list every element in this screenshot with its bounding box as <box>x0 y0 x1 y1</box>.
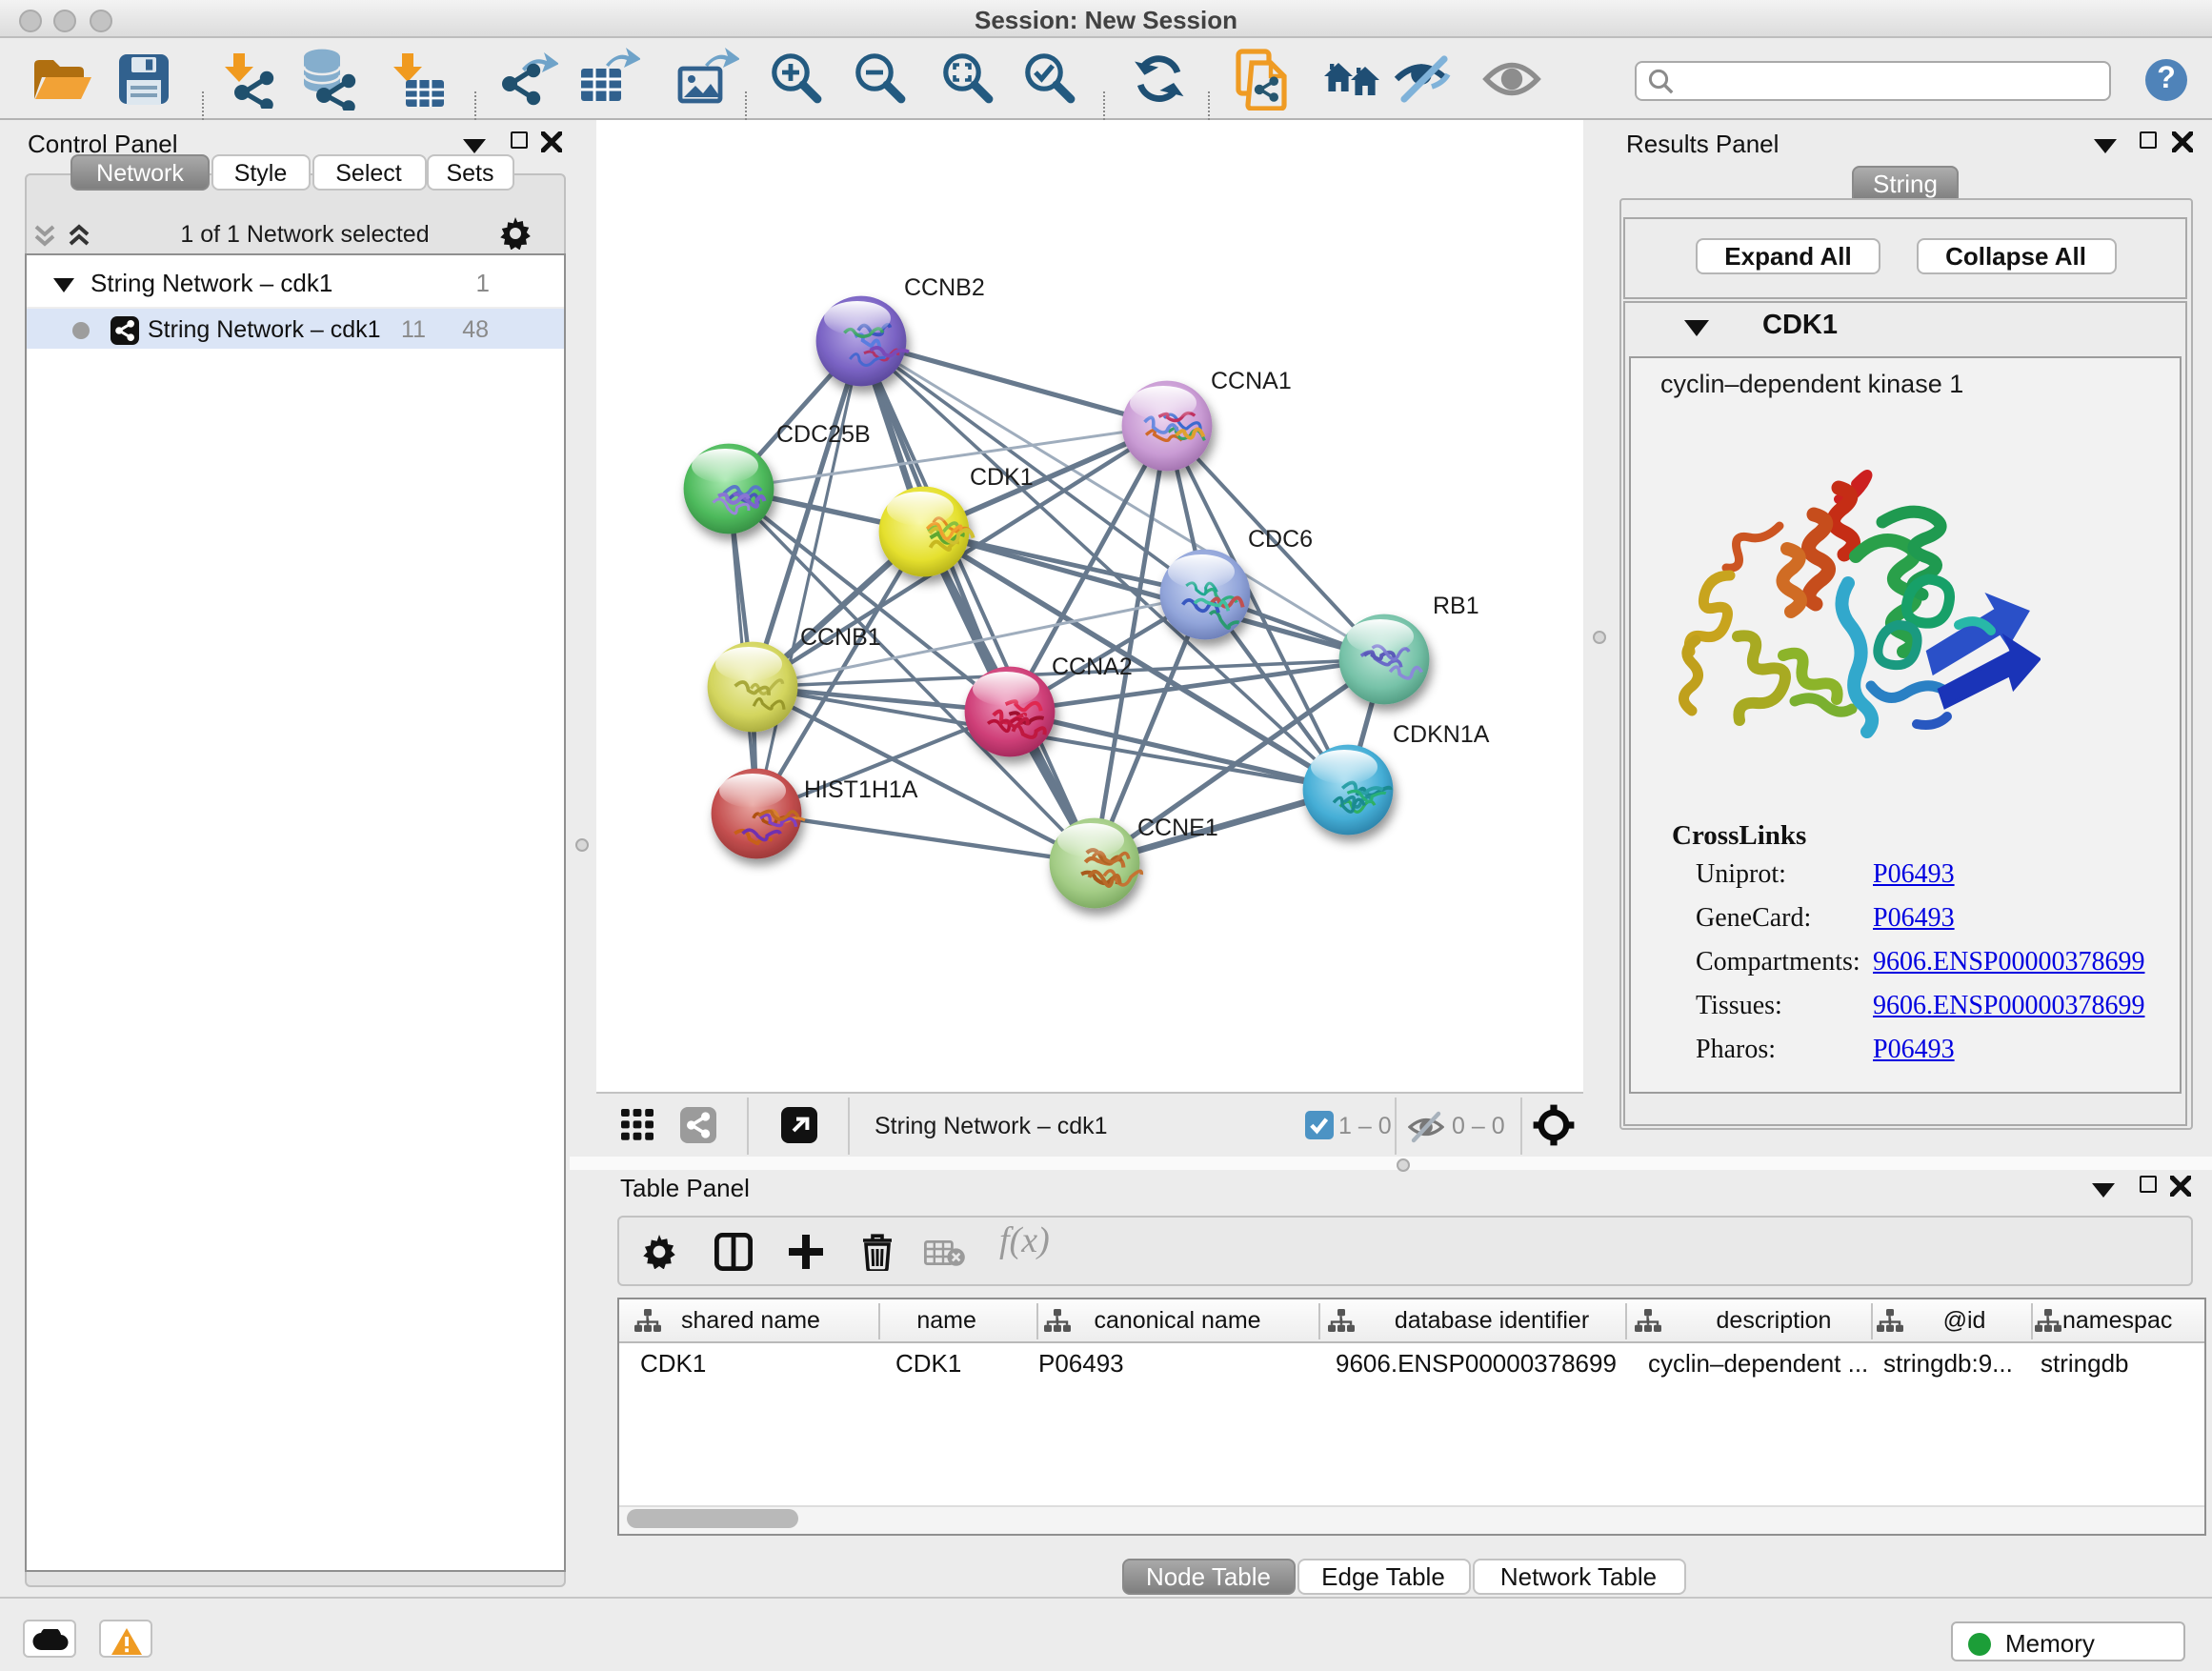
svg-text:CDK1: CDK1 <box>970 463 1034 490</box>
svg-text:CDKN1A: CDKN1A <box>1393 720 1490 747</box>
svg-text:CCNE1: CCNE1 <box>1137 814 1218 840</box>
svg-text:HIST1H1A: HIST1H1A <box>804 775 918 802</box>
svg-text:CDC6: CDC6 <box>1248 525 1313 552</box>
svg-text:CCNB2: CCNB2 <box>904 273 985 300</box>
svg-text:CCNA1: CCNA1 <box>1211 367 1292 393</box>
svg-text:RB1: RB1 <box>1433 592 1479 618</box>
svg-text:CCNA2: CCNA2 <box>1052 653 1133 679</box>
svg-text:CCNB1: CCNB1 <box>800 623 881 650</box>
svg-text:CDC25B: CDC25B <box>776 420 871 447</box>
